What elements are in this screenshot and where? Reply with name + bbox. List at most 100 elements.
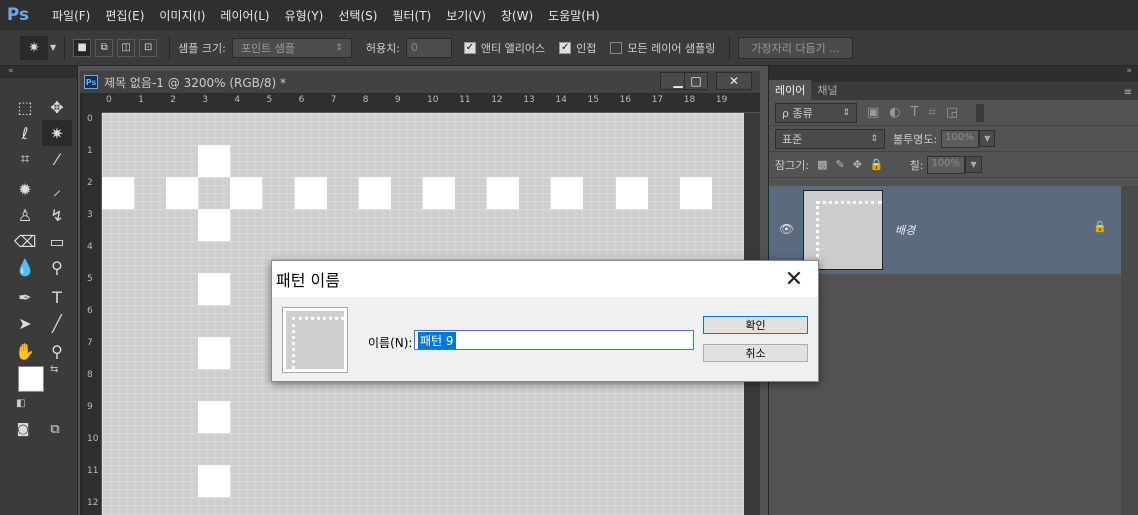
contiguous-checkbox[interactable]: ✓ 인접: [559, 40, 596, 56]
blur-tool-icon[interactable]: 💧: [10, 254, 40, 280]
lasso-tool-icon[interactable]: ℓ: [10, 120, 40, 146]
quick-mask-icon[interactable]: ◙: [8, 416, 38, 442]
sample-all-layers-checkbox[interactable]: 모든 레이어 샘플링: [610, 40, 715, 56]
menu-item[interactable]: 파일(F): [52, 7, 90, 24]
ps-file-icon: Ps: [84, 75, 98, 89]
opacity-label: 불투명도:: [893, 132, 938, 146]
healing-brush-tool-icon[interactable]: ✹: [10, 176, 40, 202]
visibility-eye-icon[interactable]: 👁: [779, 222, 794, 236]
menu-bar: Ps 파일(F) 편집(E) 이미지(I) 레이어(L) 유형(Y) 선택(S) 필터(T)…: [0, 0, 1138, 30]
sample-size-value: 포인트 샘플: [240, 41, 295, 55]
magic-wand-tool-preset[interactable]: ✷: [20, 35, 48, 60]
sample-size-select[interactable]: 포인트 샘플 ⇕: [231, 37, 352, 58]
thumb-pattern: [816, 201, 819, 269]
menu-item[interactable]: 레이어(L): [220, 7, 269, 24]
smart-object-filter-icon[interactable]: ◲: [946, 105, 958, 120]
ruler-origin[interactable]: [82, 93, 102, 113]
tab-channels[interactable]: 채널: [811, 80, 843, 100]
new-selection-button[interactable]: ■: [73, 38, 92, 57]
eraser-tool-icon[interactable]: ⌫: [10, 228, 40, 254]
intersect-selection-button[interactable]: ⊡: [139, 38, 158, 57]
opacity-input[interactable]: 100%: [941, 129, 980, 148]
antialias-checkbox[interactable]: ✓ 앤티 앨리어스: [463, 40, 545, 56]
history-brush-tool-icon[interactable]: ↯: [42, 202, 72, 228]
layer-filter-row: ρ 종류 ⇕ ▣ ◐ T ⌗ ◲: [769, 100, 1138, 126]
type-tool-icon[interactable]: T: [42, 284, 72, 310]
vertical-ruler[interactable]: 0 1 2 3 4 5 6 7 8 9 10 11 12: [82, 113, 102, 515]
panel-menu-icon[interactable]: ≡: [1118, 85, 1138, 100]
menu-item[interactable]: 창(W): [501, 7, 533, 24]
filter-toggle[interactable]: [976, 103, 985, 122]
blend-mode-value: 표준: [782, 132, 803, 146]
add-selection-button[interactable]: ⧉: [95, 38, 114, 57]
maximize-button[interactable]: □: [684, 72, 708, 90]
menu-item[interactable]: 도움말(H): [548, 7, 600, 24]
refine-edge-button[interactable]: 가장자리 다듬기 ...: [738, 36, 853, 59]
tolerance-input[interactable]: 0: [405, 37, 452, 58]
layer-row-background[interactable]: 👁 배경 🔒: [769, 186, 1121, 274]
close-icon[interactable]: ✕: [780, 265, 808, 293]
hand-tool-icon[interactable]: ✋: [10, 338, 40, 364]
menu-item[interactable]: 선택(S): [338, 7, 377, 24]
chevron-down-icon[interactable]: ▼: [965, 156, 982, 173]
updown-icon: ⇕: [870, 133, 878, 144]
layers-scrollbar[interactable]: [1121, 186, 1138, 515]
fill-input[interactable]: 100%: [927, 155, 966, 174]
chevron-down-icon[interactable]: ▼: [50, 43, 56, 52]
menu-item[interactable]: 이미지(I): [159, 7, 205, 24]
menu-item[interactable]: 유형(Y): [285, 7, 324, 24]
fill-label: 칠:: [909, 158, 924, 172]
close-document-button[interactable]: ✕: [716, 72, 752, 90]
pattern-name-value: 패턴 9: [418, 331, 456, 349]
options-bar: ✷ ▼ ■ ⧉ ◫ ⊡ 샘플 크기: 포인트 샘플 ⇕ 허용치: 0 ✓ 앤티 …: [0, 30, 1138, 66]
eyedropper-tool-icon[interactable]: ⁄: [42, 146, 72, 172]
ruler-tick-label: 10: [87, 434, 99, 444]
layer-filter-select[interactable]: ρ 종류 ⇕: [775, 102, 857, 123]
cancel-button[interactable]: 취소: [703, 344, 808, 362]
clone-stamp-tool-icon[interactable]: ♙: [10, 202, 40, 228]
foreground-color-swatch[interactable]: [18, 366, 44, 392]
lock-position-icon[interactable]: ✥: [853, 158, 862, 171]
menu-item[interactable]: 필터(T): [392, 7, 431, 24]
menu-item[interactable]: 보기(V): [446, 7, 486, 24]
zoom-tool-icon[interactable]: ⚲: [42, 338, 72, 364]
collapse-icon[interactable]: «: [0, 66, 77, 78]
crop-tool-icon[interactable]: ⌗: [10, 146, 40, 172]
tab-layers[interactable]: 레이어: [769, 80, 812, 100]
ruler-tick-label: 7: [330, 95, 337, 105]
chevron-down-icon[interactable]: ▼: [979, 130, 996, 147]
type-filter-icon[interactable]: T: [911, 105, 919, 120]
layer-name: 배경: [895, 224, 916, 237]
document-tab[interactable]: Ps 제목 없음-1 @ 3200% (RGB/8) *: [80, 71, 760, 93]
ruler-tick-label: 7: [87, 338, 93, 348]
line-tool-icon[interactable]: ╱: [42, 310, 72, 336]
brush-tool-icon[interactable]: ⸝: [42, 176, 72, 202]
dodge-tool-icon[interactable]: ⚲: [42, 254, 72, 280]
marquee-tool-icon[interactable]: ⬚: [10, 94, 40, 120]
move-tool-icon[interactable]: ✥: [42, 94, 72, 120]
pen-tool-icon[interactable]: ✒: [10, 284, 40, 310]
subtract-selection-button[interactable]: ◫: [117, 38, 136, 57]
ok-button[interactable]: 확인: [703, 316, 808, 334]
lock-transparent-icon[interactable]: ▩: [817, 158, 827, 171]
screen-mode-icon[interactable]: ⧉: [40, 416, 70, 442]
path-selection-tool-icon[interactable]: ➤: [10, 310, 40, 336]
default-colors-icon[interactable]: ◧: [16, 398, 25, 409]
ruler-tick-label: 6: [87, 306, 93, 316]
layer-filter-value: ρ 종류: [782, 106, 813, 120]
shape-filter-icon[interactable]: ⌗: [929, 105, 936, 120]
horizontal-ruler[interactable]: 0 1 2 3 4 5 6 7 8 9 10 11 12 13 14 15 16 17 18 19: [102, 93, 760, 113]
pattern-name-input[interactable]: 패턴 9: [414, 330, 694, 350]
blend-mode-select[interactable]: 표준 ⇕: [775, 128, 885, 149]
lock-all-icon[interactable]: 🔒: [870, 158, 884, 171]
gradient-tool-icon[interactable]: ▭: [42, 228, 72, 254]
menu-item[interactable]: 편집(E): [105, 7, 144, 24]
contiguous-label: 인접: [576, 41, 597, 55]
swap-colors-icon[interactable]: ⇆: [50, 364, 58, 375]
lock-pixels-icon[interactable]: ✎: [835, 158, 844, 171]
magic-wand-tool-icon[interactable]: ✷: [42, 120, 72, 146]
adjustment-filter-icon[interactable]: ◐: [889, 105, 900, 120]
pixel-filter-icon[interactable]: ▣: [867, 105, 879, 120]
ruler-tick-label: 14: [555, 95, 567, 105]
collapse-icon[interactable]: »: [1126, 66, 1132, 76]
